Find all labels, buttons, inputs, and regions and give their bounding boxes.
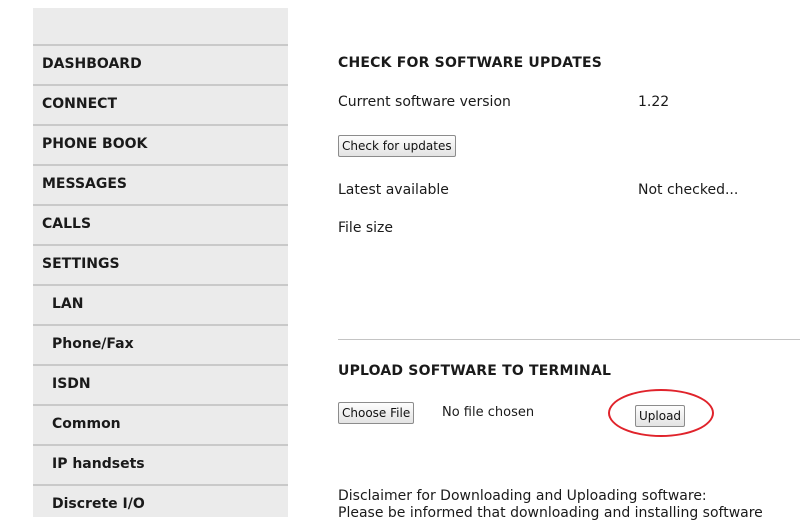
nav-phone-fax[interactable]: Phone/Fax [33,324,288,362]
check-updates-heading: CHECK FOR SOFTWARE UPDATES [338,55,603,71]
current-version-value: 1.22 [638,94,670,110]
nav-connect[interactable]: CONNECT [33,84,288,122]
nav-common[interactable]: Common [33,404,288,442]
choose-file-button[interactable]: Choose File [338,402,415,424]
nav-isdn[interactable]: ISDN [33,364,288,402]
sidebar-nav: DASHBOARD CONNECT PHONE BOOK MESSAGES CA… [33,8,288,517]
file-size-label: File size [338,220,394,236]
current-version-label: Current software version [338,94,511,110]
disclaimer-text: Please be informed that downloading and … [338,505,763,521]
upload-heading: UPLOAD SOFTWARE TO TERMINAL [338,363,612,379]
main-content: CHECK FOR SOFTWARE UPDATES Current softw… [288,0,800,521]
nav-settings[interactable]: SETTINGS [33,244,288,282]
nav-ip-handsets[interactable]: IP handsets [33,444,288,482]
nav-discrete-io[interactable]: Discrete I/O [33,484,288,522]
nav-dashboard[interactable]: DASHBOARD [33,44,288,82]
latest-available-value: Not checked... [638,182,739,198]
check-for-updates-button[interactable]: Check for updates [338,135,456,157]
nav-lan[interactable]: LAN [33,284,288,322]
nav-calls[interactable]: CALLS [33,204,288,242]
file-chosen-status: No file chosen [442,405,535,420]
section-divider [338,339,800,340]
latest-available-label: Latest available [338,182,449,198]
nav-messages[interactable]: MESSAGES [33,164,288,202]
disclaimer-title: Disclaimer for Downloading and Uploading… [338,488,707,504]
upload-button[interactable]: Upload [635,405,686,427]
nav-phone-book[interactable]: PHONE BOOK [33,124,288,162]
